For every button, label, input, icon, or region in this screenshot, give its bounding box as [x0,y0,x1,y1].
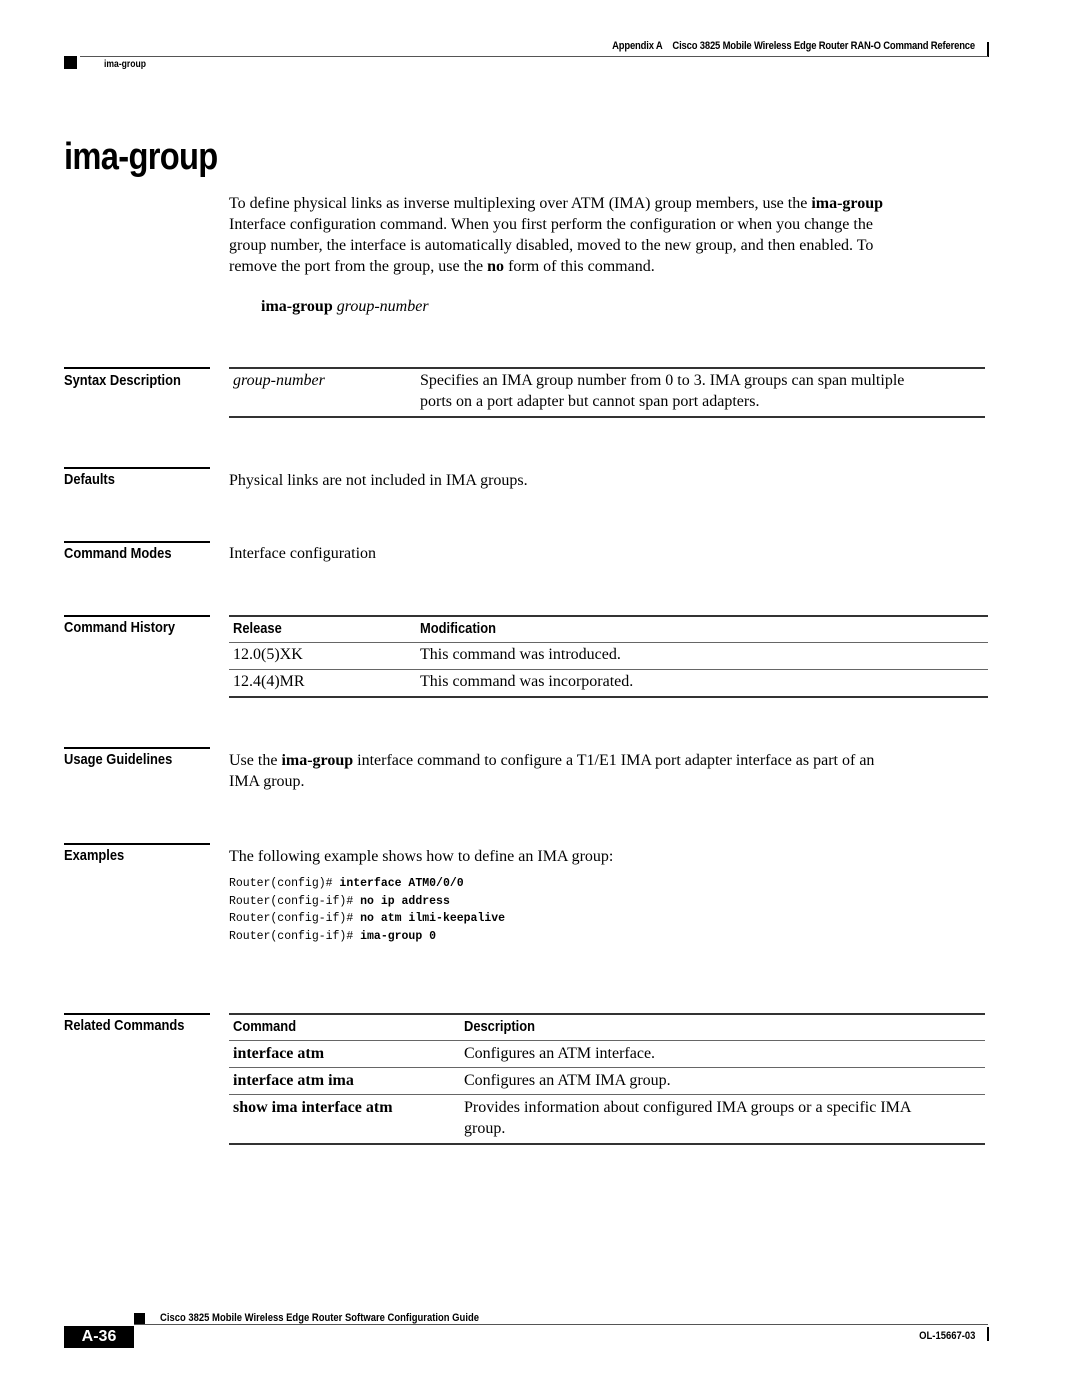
history-modification: This command was introduced. [420,646,621,663]
code-line: Router(config-if)# no atm ilmi-keepalive [229,912,506,925]
command-syntax: ima-group group-number [261,296,429,317]
related-command-link[interactable]: interface atm [233,1043,324,1064]
section-rule-command-modes [64,541,210,543]
related-command-description: Configures an ATM IMA group. [464,1072,671,1089]
intro-line-1: To define physical links as inverse mult… [229,195,884,212]
intro-paragraph: To define physical links as inverse mult… [229,193,883,277]
intro-line-3: group number, the interface is automatic… [229,237,874,254]
syntax-table-bottom-rule [229,416,985,418]
footer-doc-number: OL-15667-03 [918,1330,975,1342]
section-rule-usage-guidelines [64,747,210,749]
section-label-examples: Examples [64,847,125,864]
header-marker-block [64,56,77,69]
header-appendix: Appendix A [612,40,663,52]
related-command-link[interactable]: interface atm ima [233,1070,354,1091]
syntax-command: ima-group [261,298,333,315]
history-header-rule [229,642,988,643]
section-label-defaults: Defaults [64,471,115,488]
footer-guide-title: Cisco 3825 Mobile Wireless Edge Router S… [160,1312,479,1324]
section-label-command-modes: Command Modes [64,545,172,562]
code-example: Router(config)# interface ATM0/0/0 Router… [229,875,505,945]
command-modes-text: Interface configuration [229,545,377,562]
related-header-rule [229,1040,985,1041]
header-vertical-bar [987,42,989,57]
related-command-description: Provides information about configured IM… [464,1099,912,1137]
related-table-top-rule [229,1013,985,1015]
defaults-text: Physical links are not included in IMA g… [229,472,528,489]
section-rule-defaults [64,467,210,469]
history-column-release: Release [233,620,282,637]
usage-guidelines-text: Use the ima-group interface command to c… [229,752,875,790]
footer-vertical-bar [987,1327,989,1341]
header-rule [80,56,988,57]
related-table-bottom-rule [229,1143,985,1145]
history-release: 12.0(5)XK [233,646,303,663]
footer-marker-block [134,1313,145,1324]
section-label-usage-guidelines: Usage Guidelines [64,751,173,768]
history-modification: This command was incorporated. [420,673,634,690]
intro-line-4: remove the port from the group, use the … [229,258,655,275]
syntax-table-row: group-number [233,370,325,391]
related-row-rule [229,1094,985,1095]
page-title: ima-group [64,136,218,178]
inline-command: ima-group [281,752,354,769]
section-label-related-commands: Related Commands [64,1017,185,1034]
syntax-term: group-number [233,372,325,389]
history-table-top-rule [229,615,988,617]
inline-keyword: no [487,258,505,275]
related-command-description: Configures an ATM interface. [464,1045,656,1062]
footer-rule [134,1324,988,1325]
header-book-title: Appendix A Cisco 3825 Mobile Wireless Ed… [612,40,975,52]
syntax-table-top-rule [229,367,985,369]
section-label-syntax-description: Syntax Description [64,372,181,389]
syntax-argument: group-number [336,298,429,315]
header-running-section: ima-group [104,59,147,70]
history-column-modification: Modification [420,620,496,637]
section-rule-examples [64,843,210,845]
header-title: Cisco 3825 Mobile Wireless Edge Router R… [672,40,975,52]
code-line: Router(config-if)# ima-group 0 [229,929,437,943]
related-column-description: Description [464,1018,535,1035]
related-column-command: Command [233,1018,297,1035]
section-rule-syntax-description [64,367,210,369]
syntax-description-text: Specifies an IMA group number from 0 to … [420,372,905,410]
code-line: Router(config-if)# no ip address [229,894,450,908]
examples-intro: The following example shows how to defin… [229,848,614,865]
related-command-link[interactable]: show ima interface atm [233,1097,393,1118]
intro-line-2: Interface configuration command. When yo… [229,216,873,233]
section-rule-related-commands [64,1013,210,1015]
section-label-command-history: Command History [64,619,176,636]
code-line: Router(config)# interface ATM0/0/0 [229,877,464,890]
section-rule-command-history [64,615,210,617]
inline-command: ima-group [811,195,884,212]
page-number-badge: A-36 [64,1326,134,1348]
history-release: 12.4(4)MR [233,673,305,690]
related-row-rule [229,1067,985,1068]
history-row-rule [229,669,988,670]
history-table-bottom-rule [229,696,988,698]
